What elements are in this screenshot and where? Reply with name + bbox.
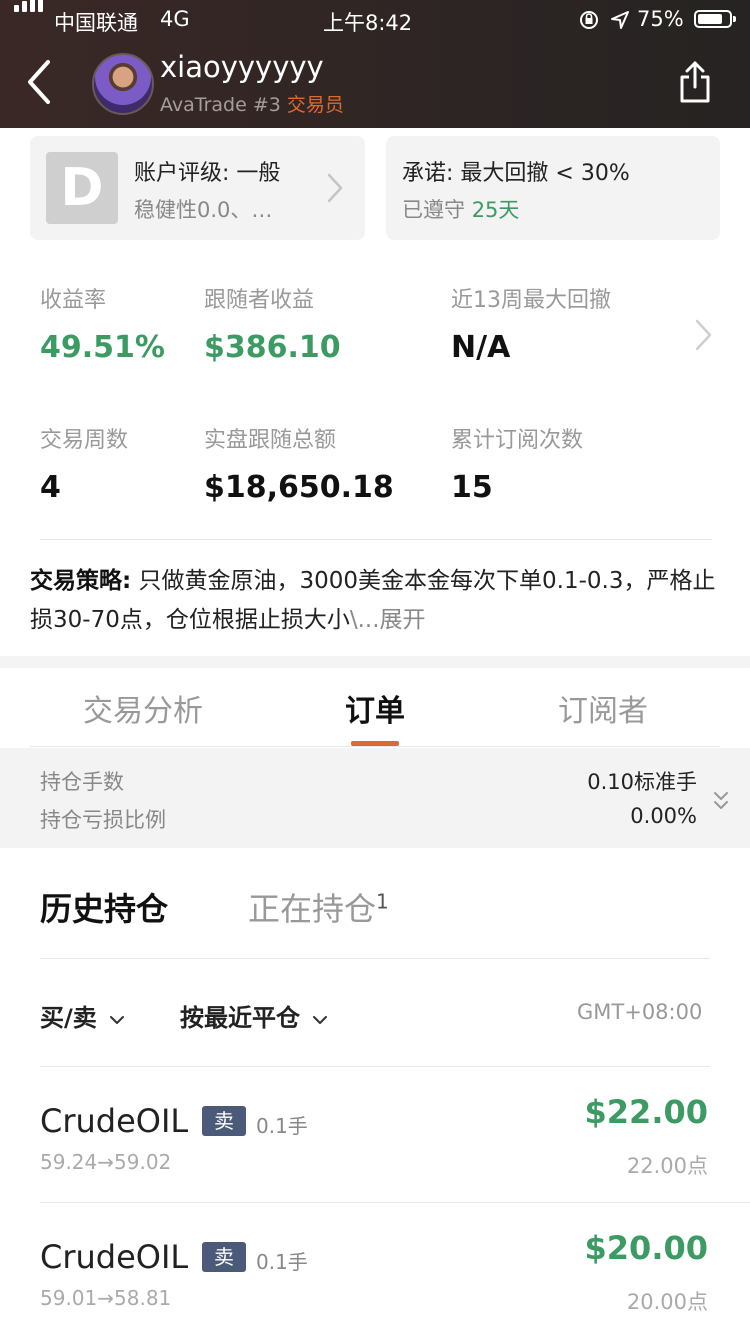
stat-value-follow-total: $18,650.18 [204, 470, 394, 505]
rotation-lock-icon [580, 11, 598, 29]
status-bar: 中国联通 4G 上午8:42 75% [0, 0, 750, 40]
order-profit: $22.00 [584, 1093, 708, 1131]
battery-icon [694, 10, 736, 28]
order-points: 20.00点 [626, 1290, 708, 1314]
open-positions-count: 1 [376, 889, 389, 914]
tab-history-positions[interactable]: 历史持仓 [40, 884, 168, 930]
timezone-label: GMT+08:00 [577, 1000, 703, 1024]
stat-value-follower-profit: $386.10 [204, 330, 341, 365]
chevron-right-icon [327, 173, 343, 203]
stat-label-return: 收益率 [40, 288, 107, 313]
sell-badge: 卖 [202, 1242, 246, 1272]
order-profit: $20.00 [584, 1229, 708, 1267]
stat-label-trade-weeks: 交易周数 [40, 428, 129, 453]
order-lots: 0.1手 [256, 1114, 308, 1138]
avatar[interactable] [92, 53, 154, 115]
network-type: 4G [160, 7, 190, 31]
chevron-down-icon [110, 1016, 125, 1024]
stat-value-trade-weeks: 4 [40, 470, 61, 505]
divider [40, 1202, 750, 1203]
tab-open-positions[interactable]: 正在持仓1 [248, 884, 389, 930]
stat-label-follow-total: 实盘跟随总额 [204, 428, 337, 453]
trader-rank: AvaTrade #3 [160, 94, 281, 116]
stat-label-subscriptions: 累计订阅次数 [451, 428, 584, 453]
sort-filter-label: 按最近平仓 [180, 1004, 300, 1032]
order-prices: 59.01→58.81 [40, 1286, 172, 1310]
section-gap [0, 656, 750, 668]
position-summary[interactable]: 持仓手数 0.10标准手 持仓亏损比例 0.00% [0, 748, 750, 848]
chevron-double-down-icon[interactable] [712, 790, 730, 812]
stat-value-max-drawdown: N/A [451, 330, 511, 365]
loss-ratio-label: 持仓亏损比例 [40, 808, 166, 832]
stat-value-subscriptions: 15 [451, 470, 493, 505]
stat-label-follower-profit: 跟随者收益 [204, 288, 315, 313]
stat-value-return: 49.51% [40, 330, 165, 365]
order-points: 22.00点 [626, 1154, 708, 1178]
divider [30, 746, 720, 747]
sell-badge: 卖 [202, 1106, 246, 1136]
rating-grade-badge: D [46, 152, 118, 224]
commitment-title: 承诺: 最大回撤 < 30% [402, 161, 630, 186]
stat-label-max-drawdown: 近13周最大回撤 [451, 288, 611, 313]
order-prices: 59.24→59.02 [40, 1150, 172, 1174]
back-icon[interactable] [24, 58, 52, 106]
share-icon[interactable] [678, 60, 712, 104]
side-filter-label: 买/卖 [40, 1004, 97, 1032]
order-symbol: CrudeOIL [40, 1238, 189, 1276]
open-positions-label: 正在持仓 [248, 890, 377, 928]
chevron-right-icon[interactable] [694, 318, 714, 352]
chevron-down-icon [313, 1016, 328, 1024]
account-rating-card[interactable]: D 账户评级: 一般 稳健性0.0、… [30, 136, 365, 240]
commitment-card: 承诺: 最大回撤 < 30% 已遵守 25天 [386, 136, 720, 240]
battery-percent: 75% [637, 7, 684, 31]
trader-header: 中国联通 4G 上午8:42 75% xiaoyyyyyy AvaTrade #… [0, 0, 750, 128]
divider [40, 958, 710, 959]
side-filter[interactable]: 买/卖 [40, 998, 125, 1033]
order-symbol: CrudeOIL [40, 1102, 189, 1140]
location-icon [611, 11, 629, 29]
status-time: 上午8:42 [323, 11, 413, 35]
lots-label: 持仓手数 [40, 770, 124, 794]
trading-strategy[interactable]: 交易策略: 只做黄金原油，3000美金本金每次下单0.1-0.3，严格止损30-… [30, 562, 720, 640]
divider [40, 539, 712, 540]
rating-subtitle: 稳健性0.0、… [134, 198, 273, 222]
trader-role: 交易员 [286, 94, 344, 116]
order-lots: 0.1手 [256, 1250, 308, 1274]
trader-subtitle: AvaTrade #3 交易员 [160, 90, 344, 117]
rating-title: 账户评级: 一般 [134, 161, 281, 186]
sort-filter[interactable]: 按最近平仓 [180, 998, 328, 1033]
tab-subscribers[interactable]: 订阅者 [558, 686, 648, 730]
strategy-ellipsis: \... [349, 607, 380, 633]
tab-trade-analysis[interactable]: 交易分析 [83, 686, 203, 730]
loss-ratio-value: 0.00% [630, 804, 697, 828]
strategy-label: 交易策略: [30, 568, 132, 594]
lots-value: 0.10标准手 [587, 770, 697, 794]
divider [40, 1066, 710, 1067]
carrier-name: 中国联通 [54, 11, 138, 35]
trader-username: xiaoyyyyyy [160, 50, 324, 84]
commitment-kept-days: 25天 [471, 198, 520, 222]
commitment-status: 已遵守 25天 [402, 194, 519, 224]
tab-orders[interactable]: 订单 [345, 686, 405, 730]
commitment-kept-label: 已遵守 [402, 198, 465, 222]
strategy-expand-link[interactable]: 展开 [380, 607, 426, 633]
